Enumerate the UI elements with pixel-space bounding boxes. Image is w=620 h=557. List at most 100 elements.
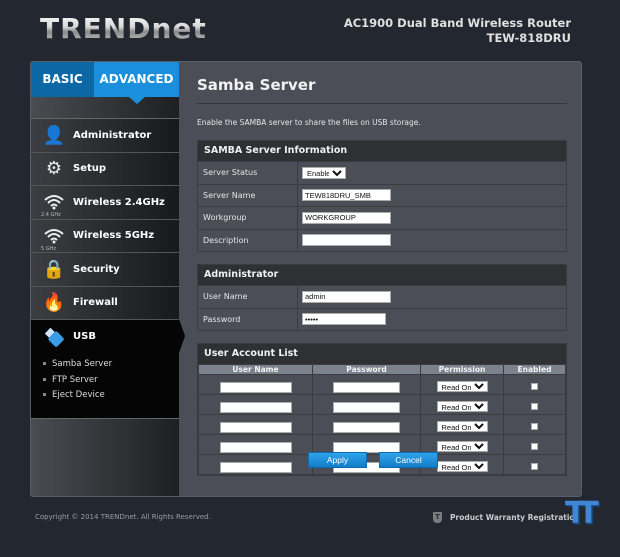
- permission-select[interactable]: Read Only: [436, 441, 488, 452]
- bullet-icon: [43, 377, 46, 381]
- sidebar-item-label: Security: [73, 263, 120, 275]
- username-cell: [198, 374, 313, 395]
- column-header: Permission: [420, 364, 504, 375]
- sidebar-item-label: Wireless 5GHz: [73, 230, 155, 242]
- submenu-label: Eject Device: [52, 390, 105, 400]
- sidebar-item-label: Firewall: [73, 297, 118, 309]
- admin-password-input[interactable]: [302, 313, 386, 326]
- server-status-row: Server Status Enabled: [198, 161, 566, 184]
- permission-cell: Read Only: [420, 414, 504, 435]
- warranty-label: Product Warranty Registration: [450, 513, 580, 522]
- submenu-eject-device[interactable]: Eject Device: [31, 388, 179, 404]
- page-title: Samba Server: [197, 76, 567, 104]
- cancel-button[interactable]: Cancel: [379, 452, 438, 468]
- sidebar-item-administrator[interactable]: 👤 Administrator: [31, 119, 179, 153]
- user-password-input[interactable]: [333, 382, 400, 393]
- password-cell: [312, 394, 421, 415]
- page-description: Enable the SAMBA server to share the fil…: [197, 118, 421, 127]
- enabled-cell: [503, 394, 566, 415]
- permission-select[interactable]: Read Only: [436, 461, 488, 472]
- sidebar: BASIC ADVANCED 👤 Administrator ⚙ Setup 2…: [31, 62, 179, 496]
- enabled-checkbox[interactable]: [531, 403, 538, 410]
- permission-select[interactable]: Read Only: [436, 381, 488, 392]
- permission-cell: Read Only: [420, 374, 504, 395]
- user-name-input[interactable]: [219, 442, 292, 453]
- enabled-cell: [503, 414, 566, 435]
- workgroup-input[interactable]: [302, 211, 391, 224]
- administrator-icon: 👤: [42, 124, 66, 146]
- mode-tabs: BASIC ADVANCED: [31, 62, 179, 104]
- description-input[interactable]: [302, 234, 391, 247]
- product-info: AC1900 Dual Band Wireless Router TEW-818…: [344, 16, 571, 46]
- sidebar-item-wireless-24ghz[interactable]: 2.4 GHz Wireless 2.4GHz: [31, 186, 179, 220]
- apply-button[interactable]: Apply: [308, 452, 367, 468]
- section-heading: User Account List: [198, 344, 566, 364]
- column-header: User Name: [198, 364, 313, 375]
- submenu-label: Samba Server: [52, 359, 113, 369]
- user-password-input[interactable]: [333, 402, 400, 413]
- user-name-input[interactable]: [219, 422, 292, 433]
- submenu-label: FTP Server: [52, 374, 98, 385]
- firewall-icon: 🔥: [42, 292, 66, 314]
- sidebar-item-label: Administrator: [73, 129, 152, 141]
- tab-advanced[interactable]: ADVANCED: [94, 62, 179, 104]
- enabled-cell: [503, 374, 566, 395]
- section-heading: Administrator: [198, 265, 566, 285]
- sidebar-item-label: USB: [73, 331, 96, 342]
- action-buttons: Apply Cancel: [308, 452, 438, 468]
- sidebar-item-wireless-5ghz[interactable]: 5 GHz Wireless 5GHz: [31, 219, 179, 253]
- server-name-input[interactable]: [302, 189, 391, 202]
- main-frame: BASIC ADVANCED 👤 Administrator ⚙ Setup 2…: [30, 61, 582, 497]
- sidebar-item-usb[interactable]: USB: [31, 320, 179, 353]
- field-label: Server Status: [198, 162, 298, 184]
- description-row: Description: [198, 228, 566, 251]
- tab-basic[interactable]: BASIC: [31, 62, 94, 97]
- sidebar-item-setup[interactable]: ⚙ Setup: [31, 152, 179, 186]
- enabled-checkbox[interactable]: [531, 383, 538, 390]
- password-cell: [312, 374, 421, 395]
- gears-icon: ⚙: [45, 158, 63, 180]
- enabled-checkbox[interactable]: [531, 443, 538, 450]
- model-number: TEW-818DRU: [486, 31, 571, 45]
- shield-icon: T: [433, 512, 442, 523]
- enabled-cell: [503, 434, 566, 455]
- field-label: Password: [198, 308, 298, 330]
- submenu-samba-server[interactable]: Samba Server: [31, 357, 179, 373]
- column-header: Password: [312, 364, 421, 375]
- field-label: Server Name: [198, 184, 298, 206]
- section-heading: SAMBA Server Information: [198, 141, 566, 161]
- bullet-icon: [43, 393, 46, 396]
- user-password-input[interactable]: [333, 422, 400, 433]
- table-row: Read Only: [198, 394, 566, 415]
- user-name-input[interactable]: [219, 382, 292, 393]
- sidebar-spacer: [31, 97, 179, 119]
- permission-select[interactable]: Read Only: [436, 421, 488, 432]
- band-label: 2.4 GHz: [41, 212, 61, 219]
- submenu-ftp-server[interactable]: FTP Server: [31, 373, 179, 389]
- sidebar-item-security[interactable]: 🔒 Security: [31, 253, 179, 287]
- column-header: Enabled: [503, 364, 566, 375]
- enabled-checkbox[interactable]: [531, 463, 538, 470]
- lock-key-icon: 🔒: [42, 258, 66, 280]
- field-label: Workgroup: [198, 207, 298, 229]
- band-label: 5 GHz: [41, 245, 57, 252]
- username-cell: [198, 434, 313, 455]
- user-name-input[interactable]: [219, 402, 292, 413]
- tt-watermark-logo: TT: [565, 496, 599, 531]
- permission-select[interactable]: Read Only: [436, 401, 488, 412]
- warranty-link[interactable]: T Product Warranty Registration: [433, 512, 580, 523]
- trendnet-logo: TRENDnet: [40, 12, 207, 45]
- samba-info-section: SAMBA Server Information Server Status E…: [197, 140, 567, 252]
- user-name-input[interactable]: [219, 462, 292, 473]
- enabled-checkbox[interactable]: [531, 423, 538, 430]
- server-status-select[interactable]: Enabled: [302, 166, 346, 179]
- admin-password-row: Password: [198, 307, 566, 330]
- workgroup-row: Workgroup: [198, 206, 566, 229]
- sidebar-item-label: Setup: [73, 163, 107, 175]
- admin-username-input[interactable]: [302, 290, 391, 303]
- administrator-section: Administrator User Name Password: [197, 264, 567, 331]
- copyright-text: Copyright © 2014 TRENDnet. All Rights Re…: [35, 513, 211, 521]
- product-line: AC1900 Dual Band Wireless Router: [343, 16, 571, 30]
- sidebar-item-firewall[interactable]: 🔥 Firewall: [31, 286, 179, 320]
- server-name-row: Server Name: [198, 183, 566, 206]
